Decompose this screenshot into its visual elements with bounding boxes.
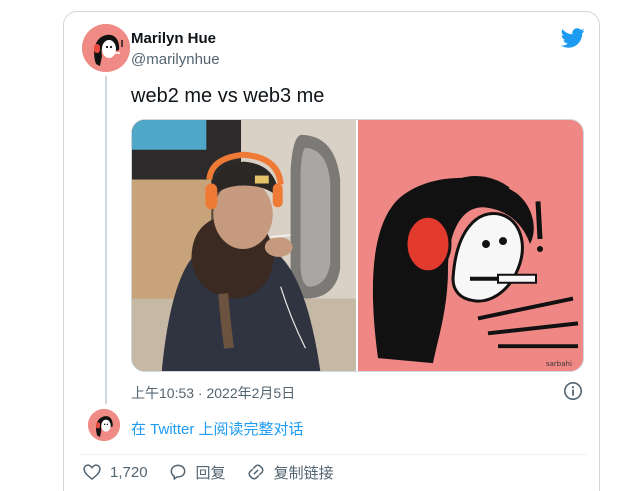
tweet-actions: 1,720 回复 复制链接 <box>82 460 354 484</box>
thread-line <box>105 76 107 404</box>
drawing-image[interactable]: sarbahi <box>358 120 583 371</box>
author-handle[interactable]: @marilynhue <box>131 51 220 68</box>
tweet-timestamp[interactable]: 上午10:53 · 2022年2月5日 <box>131 383 295 403</box>
author-name[interactable]: Marilyn Hue <box>131 30 216 47</box>
copy-link-button[interactable]: 复制链接 <box>246 462 334 483</box>
like-button[interactable]: 1,720 <box>82 462 148 482</box>
copy-link-label: 复制链接 <box>273 464 334 482</box>
heart-icon <box>83 464 101 481</box>
reply-label: 回复 <box>195 464 226 482</box>
tweet-text: web2 me vs web3 me <box>131 85 325 107</box>
read-conversation-link[interactable]: 在 Twitter 上阅读完整对话 <box>131 418 304 439</box>
tweet-media[interactable]: sarbahi <box>131 119 584 372</box>
divider <box>78 454 587 455</box>
reply-button[interactable]: 回复 <box>168 462 226 483</box>
svg-text:sarbahi: sarbahi <box>546 360 572 368</box>
reply-avatar[interactable] <box>88 409 120 441</box>
twitter-bird-icon[interactable] <box>560 26 585 50</box>
like-count: 1,720 <box>110 463 148 481</box>
link-icon <box>248 464 264 480</box>
photo-image[interactable] <box>132 120 358 371</box>
tweet-card: Marilyn Hue @marilynhue web2 me vs web3 … <box>63 11 600 491</box>
author-avatar[interactable] <box>82 24 130 72</box>
reply-icon <box>170 464 185 480</box>
info-icon[interactable] <box>563 381 583 401</box>
